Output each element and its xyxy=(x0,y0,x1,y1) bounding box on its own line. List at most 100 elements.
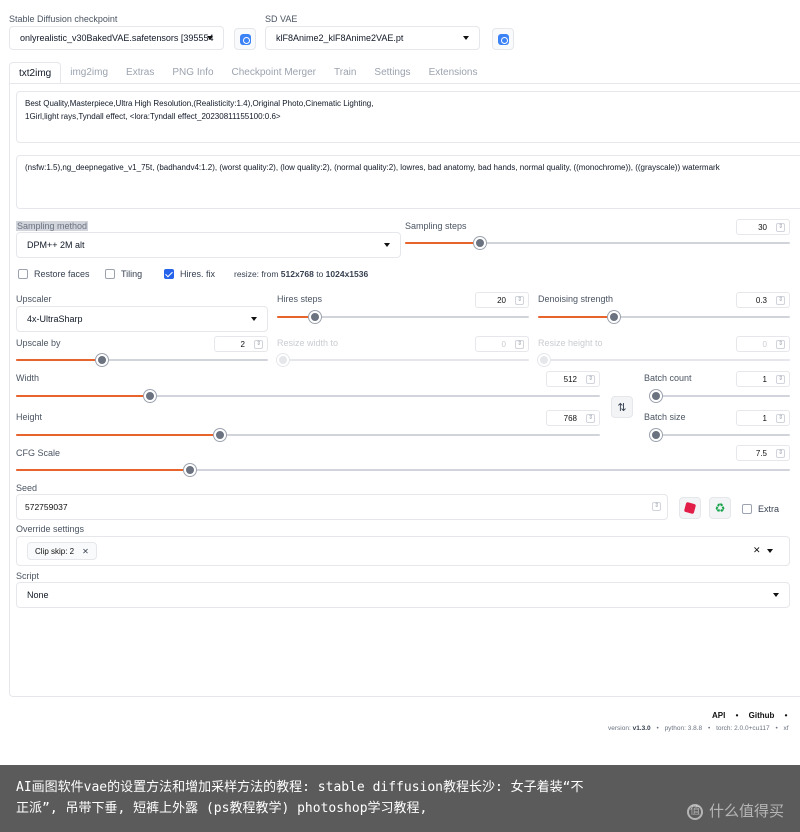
tab-img2img[interactable]: img2img xyxy=(61,62,117,84)
smzdm-logo-icon: 值 xyxy=(686,803,703,820)
version-prefix: version: xyxy=(608,725,633,732)
chevron-down-icon[interactable] xyxy=(767,549,773,553)
denoising-label: Denoising strength xyxy=(538,294,614,304)
version-value: v1.3.0 xyxy=(632,725,651,732)
spinner-icon: ⇕ xyxy=(776,449,785,458)
swap-vertical-icon: ⇅ xyxy=(617,401,627,414)
checkpoint-label: Stable Diffusion checkpoint xyxy=(9,14,118,24)
refresh-icon xyxy=(239,33,251,45)
tab-checkpoint-merger[interactable]: Checkpoint Merger xyxy=(223,62,325,84)
slider-fill xyxy=(16,395,151,397)
resize-height-input[interactable]: 0 ⇕ xyxy=(736,336,790,352)
sampling-steps-slider[interactable] xyxy=(405,237,790,249)
slider-knob[interactable] xyxy=(277,354,289,366)
slider-knob[interactable] xyxy=(474,237,487,249)
hires-fix-checkbox[interactable]: Hires. fix xyxy=(164,269,215,279)
slider-knob[interactable] xyxy=(650,390,662,402)
slider-knob[interactable] xyxy=(95,354,108,366)
resize-height-value: 0 xyxy=(762,339,767,349)
width-input[interactable]: 512 ⇕ xyxy=(546,371,600,387)
resize-width-label: Resize width to xyxy=(277,338,339,348)
script-dropdown[interactable]: None xyxy=(16,582,790,608)
spinner-icon: ⇕ xyxy=(776,414,785,423)
checkbox-box[interactable] xyxy=(105,269,115,279)
checkpoint-dropdown[interactable]: onlyrealistic_v30BakedVAE.safetensors [3… xyxy=(9,26,224,50)
api-link[interactable]: API xyxy=(712,711,725,720)
resize-width-slider[interactable] xyxy=(277,354,529,366)
hires-steps-input[interactable]: 20 ⇕ xyxy=(475,292,529,308)
vae-dropdown[interactable]: klF8Anime2_klF8Anime2VAE.pt xyxy=(265,26,480,50)
footer-sep: • xyxy=(784,711,788,720)
slider-knob[interactable] xyxy=(607,311,620,323)
resize-info: resize: from 512x768 to 1024x1536 xyxy=(234,269,368,279)
batch-count-input[interactable]: 1 ⇕ xyxy=(736,371,790,387)
close-icon[interactable]: ✕ xyxy=(82,547,89,556)
override-chip-label: Clip skip: 2 xyxy=(35,546,75,556)
tab-train[interactable]: Train xyxy=(325,62,365,84)
seed-input[interactable]: 572759037 ⇕ xyxy=(16,494,668,520)
sampling-steps-input[interactable]: 30 ⇕ xyxy=(736,219,790,235)
tiling-label: Tiling xyxy=(121,269,143,279)
tab-extras[interactable]: Extras xyxy=(117,62,163,84)
negative-prompt-input[interactable]: (nsfw:1.5),ng_deepnegative_v1_75t, (badh… xyxy=(16,155,800,209)
width-slider[interactable] xyxy=(16,390,600,402)
extra-seed-checkbox[interactable]: Extra xyxy=(742,504,779,514)
positive-prompt-input[interactable]: Best Quality,Masterpiece,Ultra High Reso… xyxy=(16,91,800,143)
cfg-scale-slider[interactable] xyxy=(16,464,790,476)
swap-dimensions-button[interactable]: ⇅ xyxy=(611,396,633,418)
github-link[interactable]: Github xyxy=(749,711,775,720)
height-slider[interactable] xyxy=(16,429,600,441)
main-tabs: txt2img img2img Extras PNG Info Checkpoi… xyxy=(9,62,486,84)
upscaler-dropdown[interactable]: 4x-UltraSharp xyxy=(16,306,268,332)
override-settings-input[interactable] xyxy=(16,536,790,566)
python-value: 3.8.8 xyxy=(687,725,703,732)
batch-size-label: Batch size xyxy=(644,412,686,422)
batch-count-label: Batch count xyxy=(644,373,692,383)
tab-png-info[interactable]: PNG Info xyxy=(163,62,222,84)
slider-knob[interactable] xyxy=(538,354,550,366)
footer-sep: • xyxy=(735,711,739,720)
checkpoint-refresh-button[interactable] xyxy=(234,28,256,50)
restore-faces-checkbox[interactable]: Restore faces xyxy=(18,269,90,279)
script-value: None xyxy=(27,590,49,600)
tab-settings[interactable]: Settings xyxy=(365,62,419,84)
slider-knob[interactable] xyxy=(650,429,662,441)
hires-steps-slider[interactable] xyxy=(277,311,529,323)
batch-count-slider[interactable] xyxy=(650,390,790,402)
reuse-seed-button[interactable]: ♻ xyxy=(709,497,731,519)
override-chip[interactable]: Clip skip: 2 ✕ xyxy=(27,542,97,560)
chevron-down-icon xyxy=(773,593,779,597)
watermark: 值 什么值得买 xyxy=(686,801,784,822)
checkbox-checked[interactable] xyxy=(164,269,174,279)
vae-refresh-button[interactable] xyxy=(492,28,514,50)
footer-sep: • xyxy=(775,725,778,732)
batch-size-input[interactable]: 1 ⇕ xyxy=(736,410,790,426)
resize-height-slider[interactable] xyxy=(538,354,790,366)
slider-knob[interactable] xyxy=(308,311,321,323)
random-seed-button[interactable] xyxy=(679,497,701,519)
batch-count-value: 1 xyxy=(762,374,767,384)
upscale-by-input[interactable]: 2 ⇕ xyxy=(214,336,268,352)
checkbox-box[interactable] xyxy=(18,269,28,279)
torch-value: 2.0.0+cu117 xyxy=(734,725,770,732)
slider-fill xyxy=(16,434,221,436)
footer-sep: • xyxy=(656,725,659,732)
cfg-scale-input[interactable]: 7.5 ⇕ xyxy=(736,445,790,461)
footer-sep: • xyxy=(707,725,711,732)
tiling-checkbox[interactable]: Tiling xyxy=(105,269,142,279)
upscale-by-slider[interactable] xyxy=(16,354,268,366)
checkbox-box[interactable] xyxy=(742,504,752,514)
resize-width-input[interactable]: 0 ⇕ xyxy=(475,336,529,352)
denoising-slider[interactable] xyxy=(538,311,790,323)
upscale-by-label: Upscale by xyxy=(16,338,61,348)
resize-from: 512x768 xyxy=(280,269,314,279)
denoising-input[interactable]: 0.3 ⇕ xyxy=(736,292,790,308)
height-input[interactable]: 768 ⇕ xyxy=(546,410,600,426)
tab-txt2img[interactable]: txt2img xyxy=(9,62,62,84)
sampling-method-dropdown[interactable]: DPM++ 2M alt xyxy=(16,232,401,258)
tab-extensions[interactable]: Extensions xyxy=(420,62,487,84)
clear-icon[interactable]: ✕ xyxy=(753,545,761,556)
slider-fill xyxy=(405,242,481,244)
batch-size-slider[interactable] xyxy=(650,429,790,441)
vae-label: SD VAE xyxy=(265,14,298,24)
